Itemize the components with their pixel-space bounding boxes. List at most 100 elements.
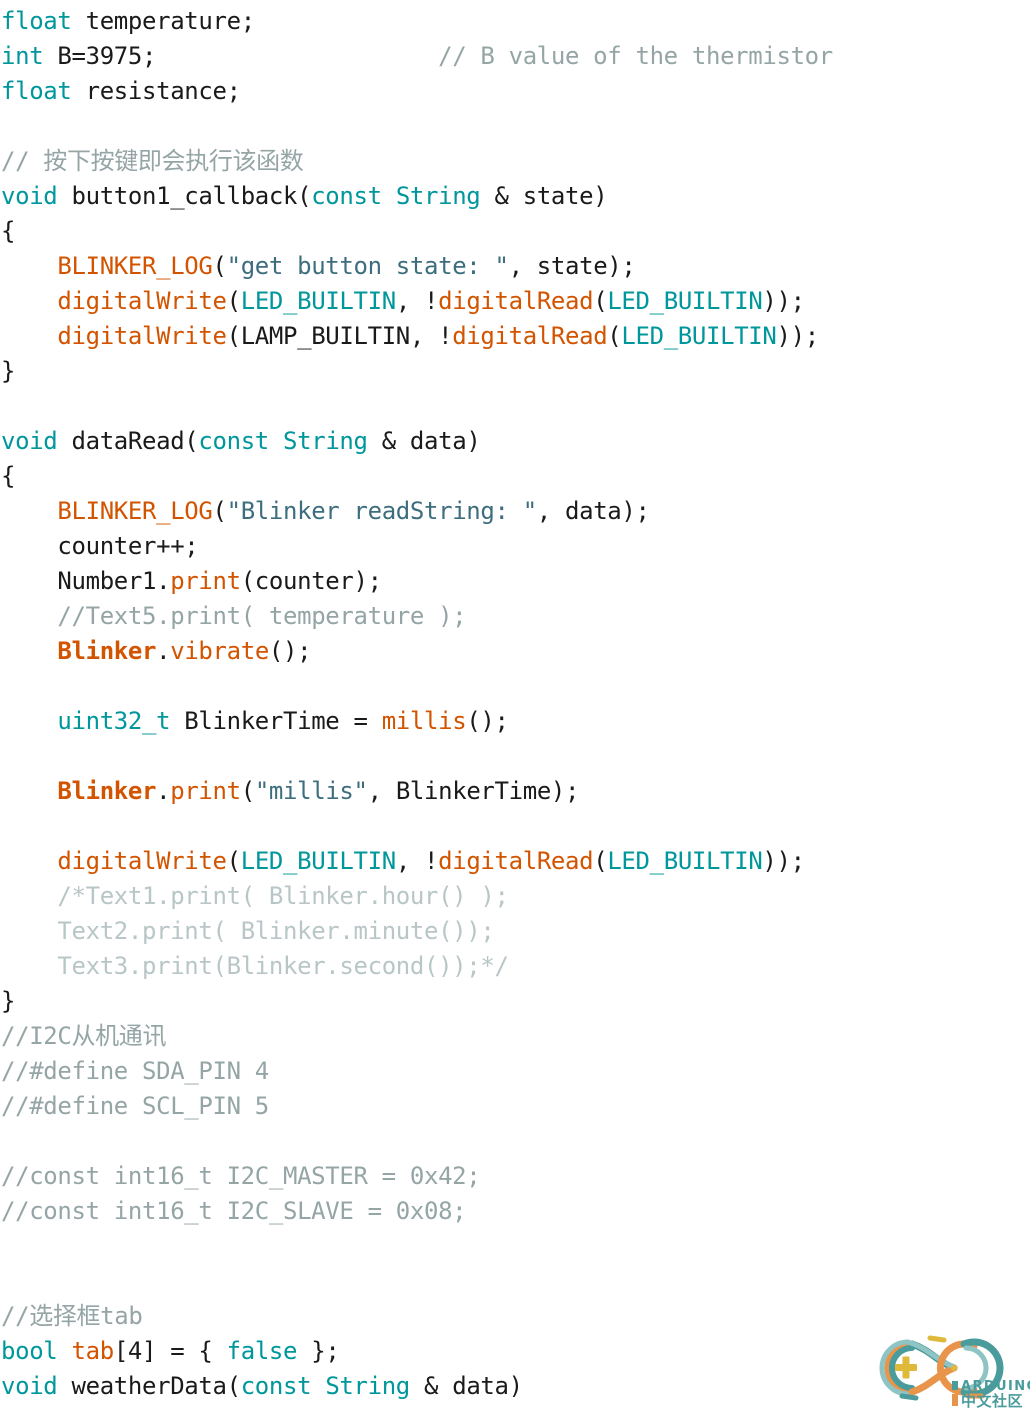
- code-token-plain: [4] = {: [113, 1337, 227, 1365]
- code-line: {: [0, 459, 1030, 494]
- code-token-plain: .: [156, 777, 171, 805]
- code-token-plain: , BlinkerTime);: [367, 777, 580, 805]
- code-token-plain: B=3975;: [43, 42, 439, 70]
- code-token-comment: // B value of the thermistor: [438, 42, 833, 70]
- code-token-plain: , data);: [536, 497, 650, 525]
- code-line: {: [0, 214, 1030, 249]
- code-token-plain: {: [1, 217, 16, 245]
- code-line: counter++;: [0, 529, 1030, 564]
- code-token-keyword: const: [198, 427, 269, 455]
- code-token-const: LED_BUILTIN: [607, 847, 763, 875]
- code-token-plain: ));: [776, 322, 820, 350]
- code-line: //const int16_t I2C_MASTER = 0x42;: [0, 1159, 1030, 1194]
- code-line: bool tab[4] = { false };: [0, 1334, 1030, 1369]
- code-token-plain: BlinkerTime =: [170, 707, 382, 735]
- code-token-func: digitalWrite: [57, 847, 227, 875]
- code-line: BLINKER_LOG("get button state: ", state)…: [0, 249, 1030, 284]
- code-token-const: LED_BUILTIN: [607, 287, 763, 315]
- code-token-func: digitalRead: [452, 322, 608, 350]
- code-token-func: tab: [71, 1337, 115, 1365]
- code-token-func: print: [170, 567, 241, 595]
- code-token-func: BLINKER_LOG: [57, 497, 213, 525]
- code-token-func: BLINKER_LOG: [57, 252, 213, 280]
- code-token-plain: };: [297, 1337, 340, 1365]
- code-line: }: [0, 354, 1030, 389]
- code-line: //选择框tab: [0, 1299, 1030, 1334]
- code-token-comment: //#define SDA_PIN 4: [1, 1057, 269, 1085]
- code-line: float temperature;: [0, 4, 1030, 39]
- code-token-plain: & state): [480, 182, 608, 210]
- code-token-plain: (: [212, 497, 227, 525]
- code-token-block_comment: Text2.print( Blinker.minute());: [57, 917, 495, 945]
- code-line: void dataRead(const String & data): [0, 424, 1030, 459]
- code-line: void button1_callback(const String & sta…: [0, 179, 1030, 214]
- code-line: void weatherData(const String & data): [0, 1369, 1030, 1404]
- code-token-func: digitalWrite: [57, 287, 227, 315]
- code-token-plain: ();: [268, 637, 312, 665]
- code-token-keyword: float: [1, 7, 72, 35]
- code-line: //#define SDA_PIN 4: [0, 1054, 1030, 1089]
- code-token-plain: (: [226, 287, 241, 315]
- code-token-keyword: void: [1, 427, 58, 455]
- code-token-comment: //选择框tab: [1, 1302, 143, 1330]
- code-token-plain: Number1.: [1, 567, 171, 595]
- code-token-comment: //Text5.print( temperature );: [57, 602, 467, 630]
- code-token-keyword: void: [1, 1372, 58, 1400]
- code-token-func: digitalRead: [438, 847, 594, 875]
- code-token-plain: (: [240, 777, 255, 805]
- code-token-plain: }: [1, 357, 16, 385]
- code-token-func: digitalWrite: [57, 322, 227, 350]
- code-token-const: LED_BUILTIN: [240, 847, 396, 875]
- code-token-comment: //const int16_t I2C_SLAVE = 0x08;: [1, 1197, 467, 1225]
- code-line: Text2.print( Blinker.minute());: [0, 914, 1030, 949]
- code-token-plain: {: [1, 462, 16, 490]
- code-token-block_comment: Text3.print(Blinker.second());*/: [57, 952, 509, 980]
- code-token-keyword: int: [1, 42, 44, 70]
- code-token-plain: counter++;: [1, 532, 199, 560]
- code-token-type: String: [395, 182, 481, 210]
- code-line: float resistance;: [0, 74, 1030, 109]
- code-token-plain: temperature;: [71, 7, 256, 35]
- code-token-comment: //const int16_t I2C_MASTER = 0x42;: [1, 1162, 481, 1190]
- code-token-plain: , !: [395, 847, 439, 875]
- code-line: Number1.print(counter);: [0, 564, 1030, 599]
- code-line: digitalWrite(LED_BUILTIN, !digitalRead(L…: [0, 844, 1030, 879]
- code-token-keyword: const: [240, 1372, 312, 1400]
- code-token-comment: //#define SCL_PIN 5: [1, 1092, 269, 1120]
- code-line: //#define SCL_PIN 5: [0, 1089, 1030, 1124]
- code-line: digitalWrite(LED_BUILTIN, !digitalRead(L…: [0, 284, 1030, 319]
- code-token-plain: ));: [762, 287, 805, 315]
- code-line: //I2C从机通讯: [0, 1019, 1030, 1054]
- code-token-string: "millis": [254, 777, 368, 805]
- code-token-func: digitalRead: [438, 287, 594, 315]
- code-line: //Text5.print( temperature );: [0, 599, 1030, 634]
- code-token-comment: //I2C从机通讯: [1, 1022, 167, 1050]
- code-token-keyword: void: [1, 182, 58, 210]
- code-token-plain: , !: [395, 287, 439, 315]
- code-token-plain: button1_callback(: [57, 182, 312, 210]
- code-token-plain: (: [212, 252, 227, 280]
- code-token-plain: dataRead(: [57, 427, 199, 455]
- code-token-plain: (: [607, 322, 622, 350]
- code-editor[interactable]: float temperature; int B=3975; // B value…: [0, 0, 1030, 1412]
- code-token-type: uint32_t: [57, 707, 171, 735]
- code-line: // 按下按键即会执行该函数: [0, 144, 1030, 179]
- code-token-const: LED_BUILTIN: [621, 322, 777, 350]
